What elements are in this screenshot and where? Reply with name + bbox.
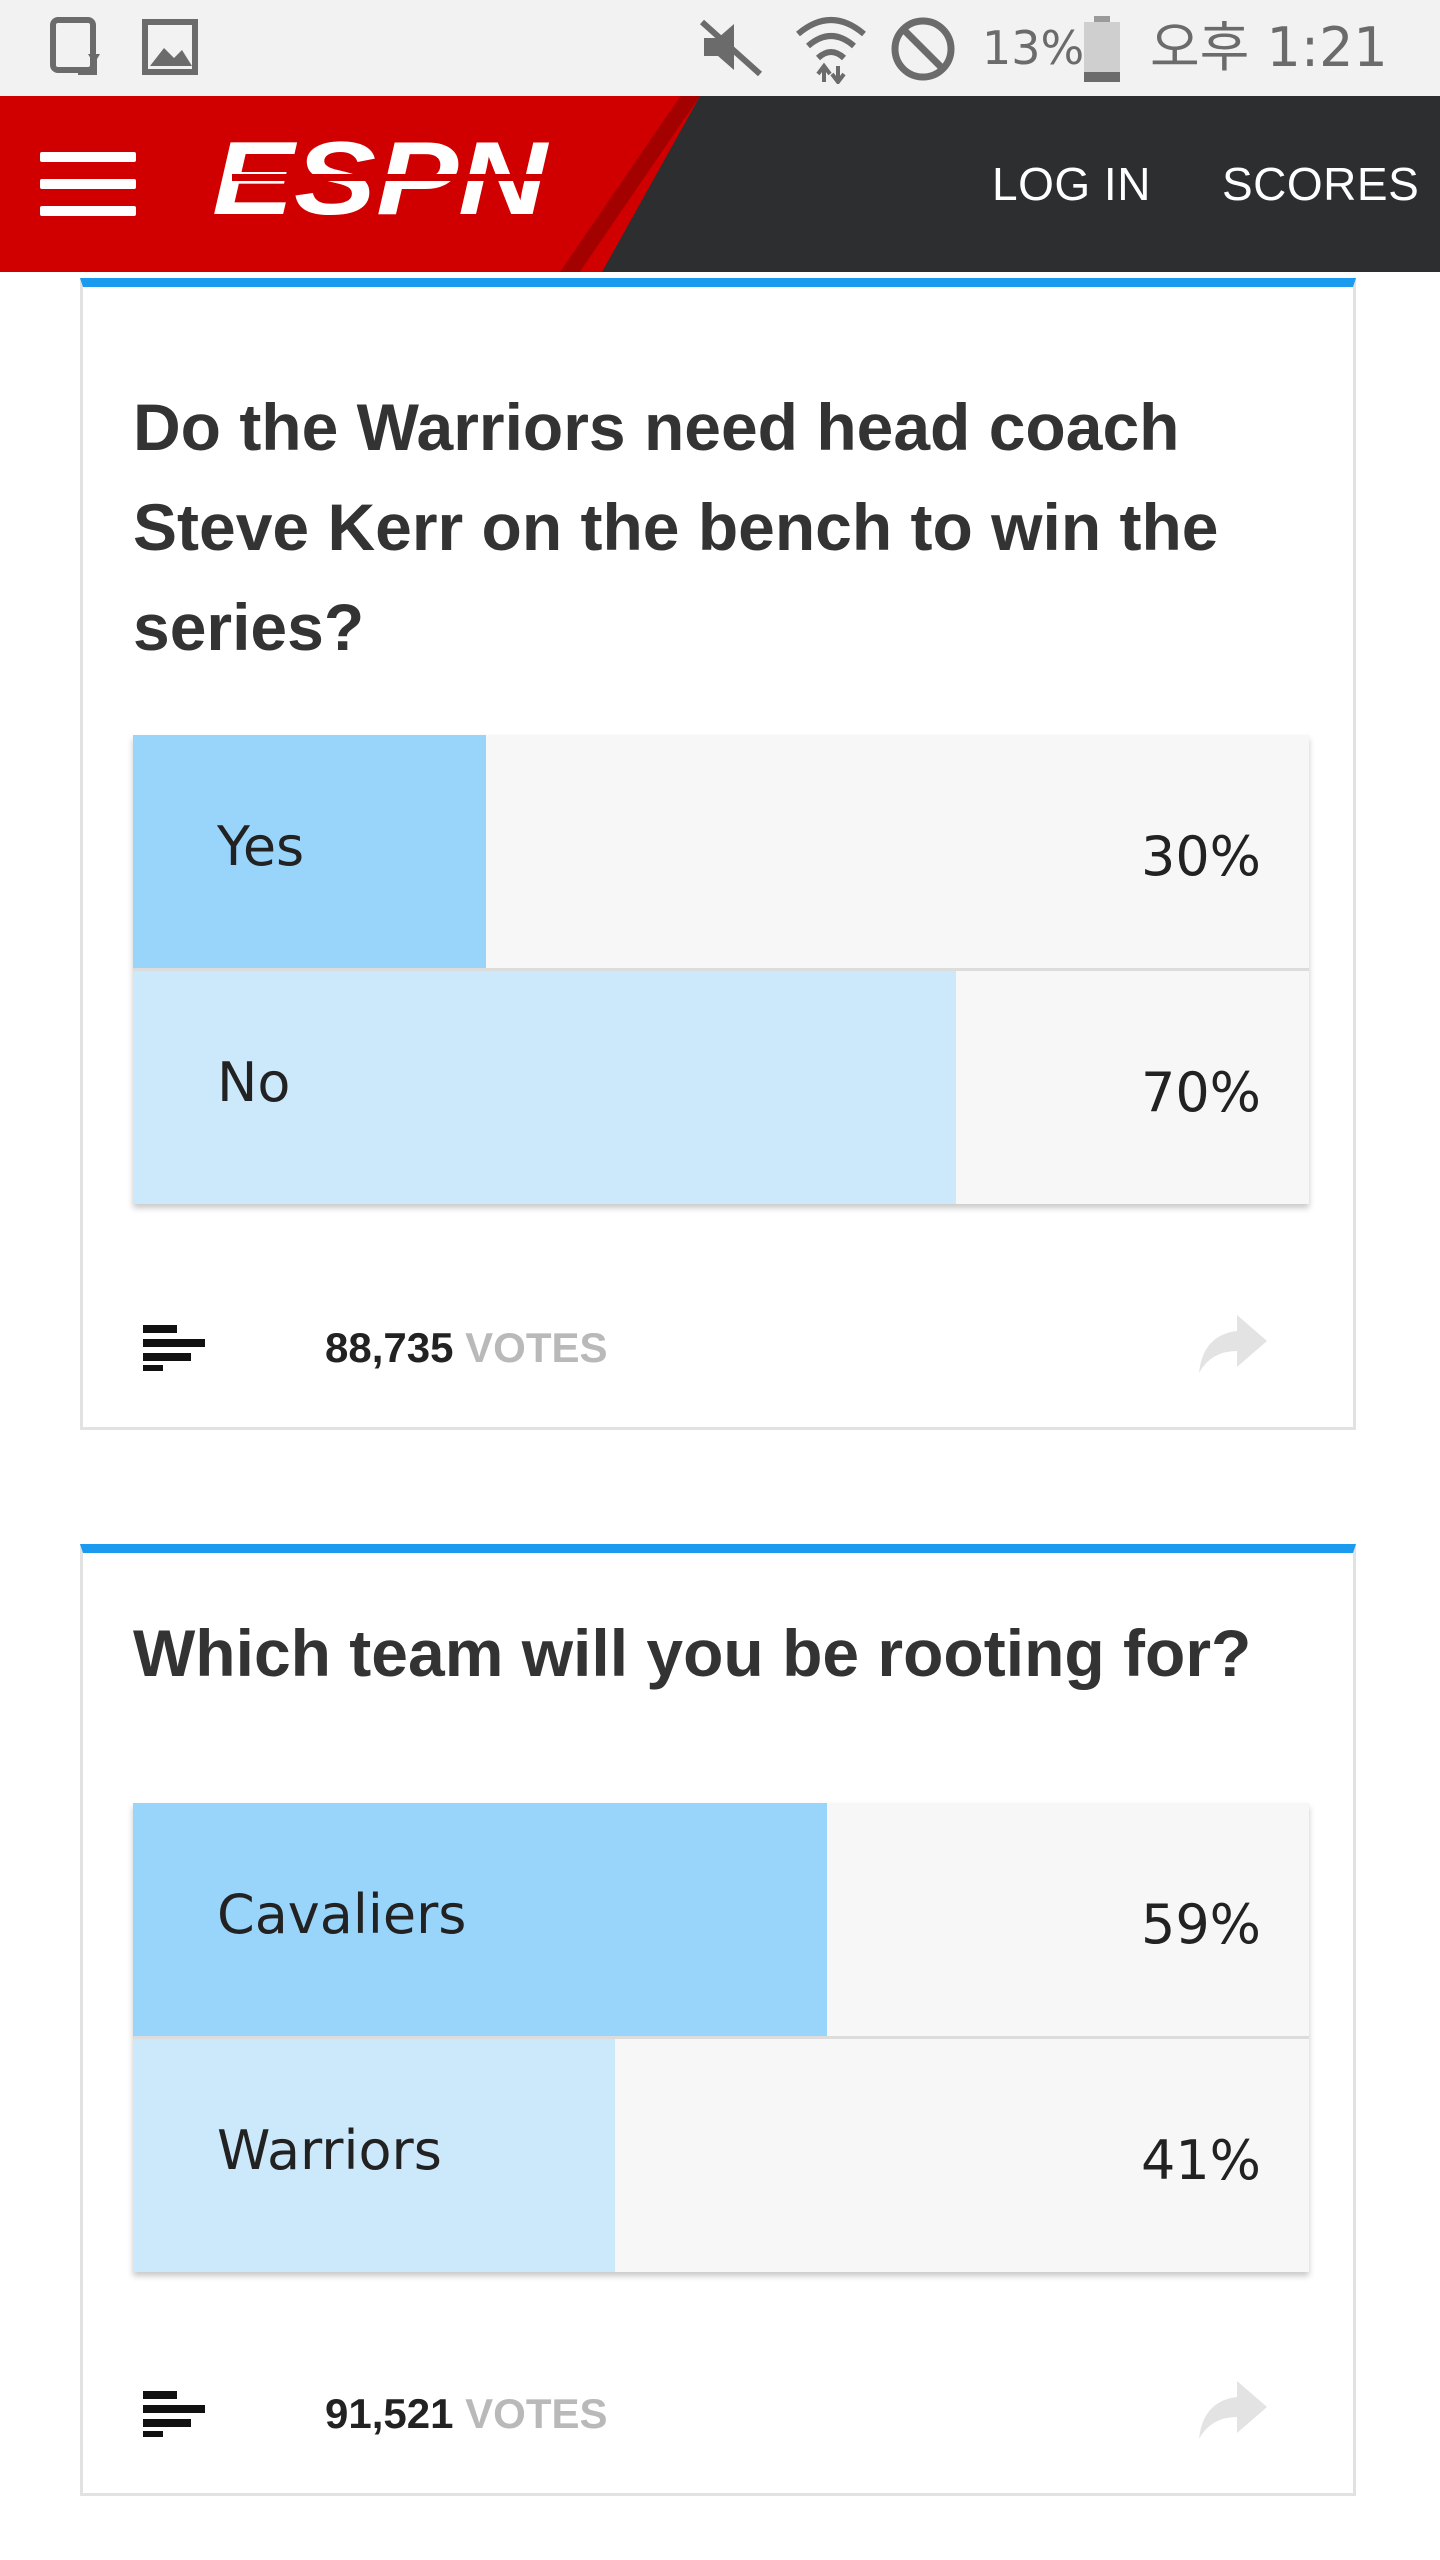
votes-label: VOTES [465,2390,608,2437]
battery-icon [1082,14,1122,89]
poll-options: Cavaliers 59% Warriors 41% [133,1803,1309,2272]
screen-rotate-icon [48,14,108,85]
clock: 오후 1:21 [1150,16,1388,79]
votes-label: VOTES [465,1324,608,1371]
mute-icon [696,14,766,85]
battery-percent: 13% [982,21,1085,75]
poll-option-cavaliers[interactable]: Cavaliers 59% [133,1803,1309,2036]
scores-link[interactable]: SCORES [1222,156,1419,212]
vote-count: 88,735 VOTES [325,1323,608,1373]
option-label: Yes [217,815,305,878]
poll-option-warriors[interactable]: Warriors 41% [133,2036,1309,2272]
vote-count-number: 88,735 [325,1324,454,1371]
poll-question: Which team will you be rooting for? [133,1616,1252,1690]
login-link[interactable]: LOG IN [992,156,1151,212]
vote-count: 91,521 VOTES [325,2389,608,2439]
poll-options: Yes 30% No 70% [133,735,1309,1204]
option-label: Warriors [217,2119,442,2182]
vote-count-number: 91,521 [325,2390,454,2437]
espn-logo[interactable]: ESPN [212,121,552,237]
option-percent: 59% [1140,1893,1261,1956]
poll-result-bar [133,735,486,968]
option-label: No [217,1051,291,1114]
poll-card: Do the Warriors need head coach Steve Ke… [80,278,1356,1430]
poll-option-yes[interactable]: Yes 30% [133,735,1309,968]
share-icon[interactable] [1197,2377,1269,2446]
poll-footer: 88,735 VOTES [133,1307,1309,1387]
poll-question: Do the Warriors need head coach Steve Ke… [133,390,1219,664]
poll-footer: 91,521 VOTES [133,2373,1309,2453]
option-percent: 30% [1140,825,1261,888]
poll-option-no[interactable]: No 70% [133,968,1309,1204]
option-percent: 70% [1140,1061,1261,1124]
image-icon [140,14,200,85]
espn-header: ESPN LOG IN SCORES [0,96,1440,272]
results-bars-icon [143,1325,205,1376]
share-icon[interactable] [1197,1311,1269,1380]
status-bar: 13% 오후 1:21 [0,0,1440,96]
option-percent: 41% [1140,2129,1261,2192]
results-bars-icon [143,2391,205,2442]
poll-card: Which team will you be rooting for? Cava… [80,1544,1356,2496]
do-not-disturb-icon [888,14,958,89]
option-label: Cavaliers [217,1883,467,1946]
wifi-icon [794,14,868,89]
menu-icon[interactable] [40,152,136,216]
